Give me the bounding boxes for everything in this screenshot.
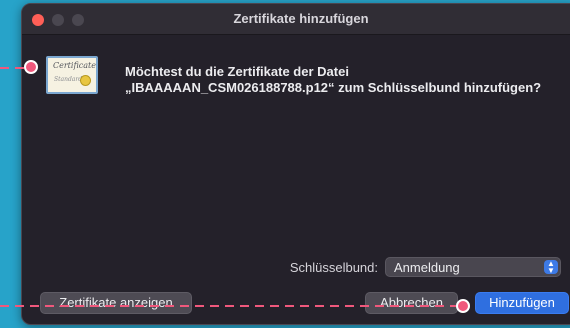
screenshot-stage: Zertifikate hinzufügen Certificate Stand… [0, 0, 570, 328]
annotation-marker-icon [456, 299, 470, 313]
cancel-button[interactable]: Abbrechen [365, 292, 458, 314]
keychain-label: Schlüsselbund: [289, 260, 378, 275]
annotation-marker-icon [24, 60, 38, 74]
certificate-icon-title: Certificate [53, 61, 96, 70]
keychain-select[interactable]: Anmeldung ▲ ▼ [385, 257, 561, 277]
title-bar: Zertifikate hinzufügen [22, 4, 570, 35]
close-window-button[interactable] [32, 14, 44, 26]
certificate-icon-subtitle: Standard [54, 76, 83, 83]
dialog-message: Möchtest du die Zertifikate der Datei „I… [125, 64, 542, 95]
add-certificates-dialog: Zertifikate hinzufügen Certificate Stand… [21, 3, 570, 325]
add-button[interactable]: Hinzufügen [475, 292, 569, 314]
dialog-title: Zertifikate hinzufügen [233, 11, 369, 26]
keychain-selected-value: Anmeldung [394, 260, 460, 275]
certificate-icon: Certificate Standard [46, 56, 98, 94]
zoom-window-button [72, 14, 84, 26]
show-certificates-button[interactable]: Zertifikate anzeigen [40, 292, 192, 314]
chevron-updown-icon: ▲ ▼ [544, 260, 558, 275]
certificate-seal-icon [80, 75, 91, 86]
minimize-window-button [52, 14, 64, 26]
